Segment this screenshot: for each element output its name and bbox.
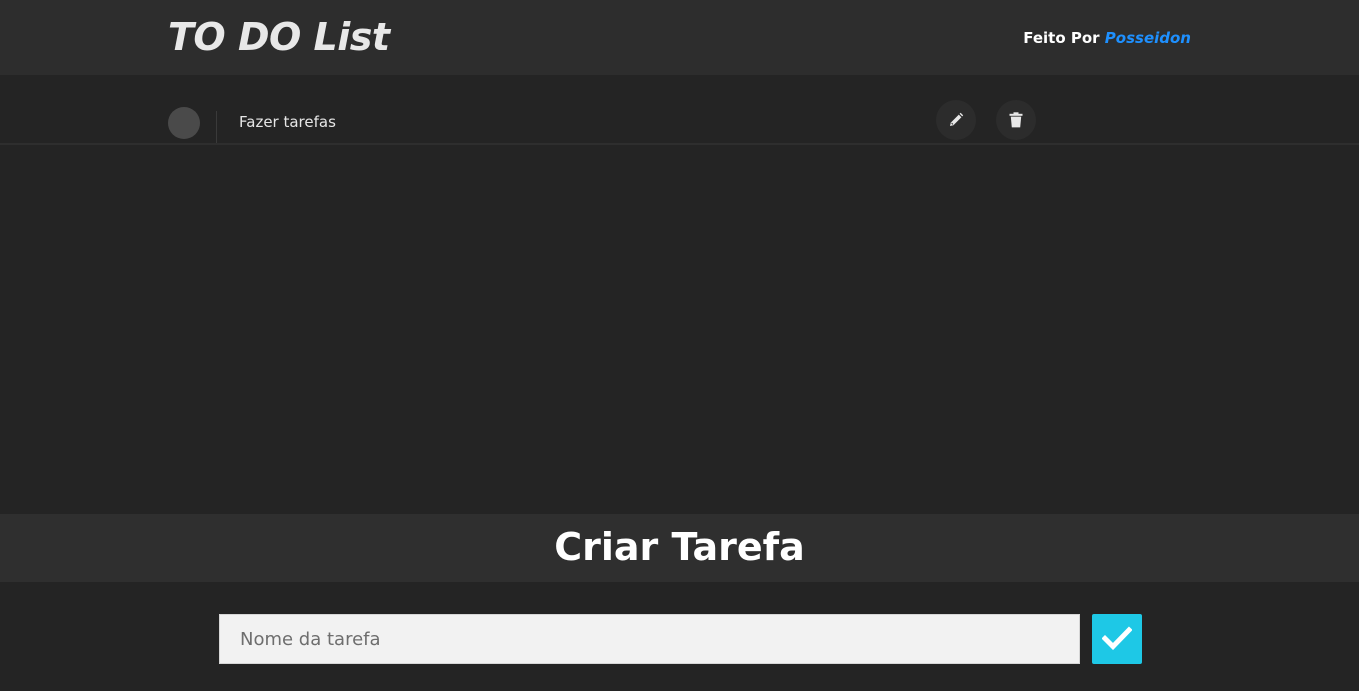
app-title: TO DO List <box>168 15 390 59</box>
delete-task-button[interactable] <box>996 100 1036 140</box>
task-item: Fazer tarefas <box>0 98 1359 145</box>
author-credit: Feito Por Posseidon <box>1023 28 1191 48</box>
task-complete-toggle[interactable] <box>168 107 200 139</box>
create-task-title: Criar Tarefa <box>554 525 805 569</box>
task-list: Fazer tarefas <box>0 75 1359 514</box>
trash-icon <box>1009 112 1023 128</box>
add-task-button[interactable] <box>1092 614 1142 664</box>
create-task-form <box>0 582 1359 691</box>
task-divider <box>216 111 217 143</box>
app-header: TO DO List Feito Por Posseidon <box>0 0 1359 75</box>
todo-app: TO DO List Feito Por Posseidon Fazer tar… <box>0 0 1359 691</box>
credit-prefix: Feito Por <box>1023 29 1100 47</box>
task-name-input[interactable] <box>219 614 1080 664</box>
pencil-icon <box>948 112 964 128</box>
edit-task-button[interactable] <box>936 100 976 140</box>
checkmark-icon <box>1101 625 1133 653</box>
create-task-banner: Criar Tarefa <box>0 514 1359 582</box>
credit-author: Posseidon <box>1104 29 1191 47</box>
task-text: Fazer tarefas <box>239 113 336 131</box>
